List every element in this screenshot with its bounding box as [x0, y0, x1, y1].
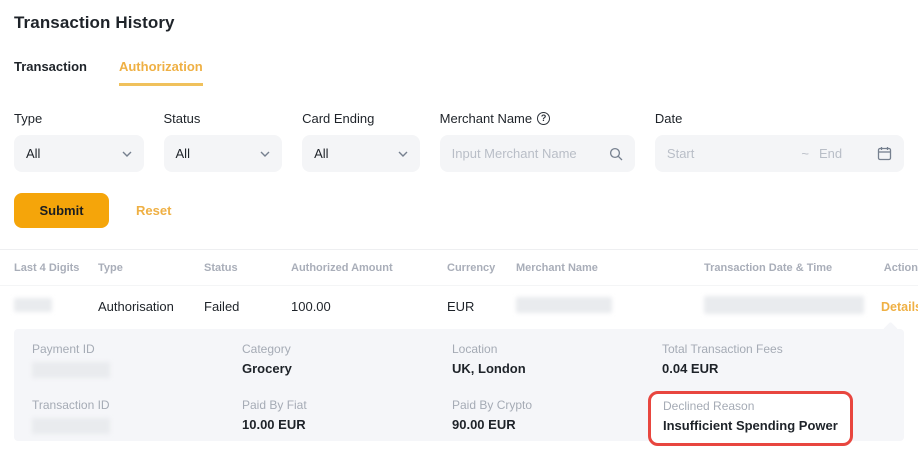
chevron-down-icon	[122, 151, 132, 157]
cell-authorized-amount: 100.00	[291, 299, 447, 314]
filter-merchant-label: Merchant Name ?	[440, 111, 635, 126]
submit-button[interactable]: Submit	[14, 193, 109, 228]
detail-label: Paid By Fiat	[242, 399, 452, 413]
tab-bar: Transaction Authorization	[0, 59, 918, 86]
redacted-transaction-date	[704, 296, 864, 314]
filter-card-ending-label: Card Ending	[302, 111, 420, 126]
detail-value: 10.00 EUR	[242, 418, 452, 433]
tab-transaction[interactable]: Transaction	[14, 59, 87, 86]
detail-value: 0.04 EUR	[662, 362, 904, 377]
date-start-placeholder[interactable]: Start	[667, 146, 801, 161]
type-dropdown-value: All	[26, 146, 40, 161]
detail-label: Category	[242, 343, 452, 357]
col-action: Action	[881, 262, 918, 274]
filter-merchant-label-text: Merchant Name	[440, 111, 532, 126]
cell-currency: EUR	[447, 299, 516, 314]
cell-status: Failed	[204, 299, 291, 314]
details-link[interactable]: Details	[881, 300, 918, 314]
filter-type: Type All	[14, 111, 144, 172]
cell-last-4-digits	[14, 298, 98, 315]
detail-label: Transaction ID	[32, 399, 242, 413]
status-dropdown-value: All	[176, 146, 190, 161]
date-end-placeholder[interactable]: End	[819, 146, 877, 161]
cell-transaction-date-time	[704, 296, 881, 317]
table-header-row: Last 4 Digits Type Status Authorized Amo…	[0, 250, 918, 286]
col-merchant-name: Merchant Name	[516, 262, 704, 274]
date-separator: ~	[801, 146, 809, 161]
col-status: Status	[204, 262, 291, 274]
filter-date-label: Date	[655, 111, 904, 126]
cell-type: Authorisation	[98, 299, 204, 314]
filter-actions: Submit Reset	[0, 193, 918, 228]
transaction-details-panel: Payment ID Category Grocery Location UK,…	[14, 329, 904, 441]
tab-authorization[interactable]: Authorization	[119, 59, 203, 86]
col-authorized-amount: Authorized Amount	[291, 262, 447, 274]
cell-action: Details	[881, 299, 918, 314]
authorization-table: Last 4 Digits Type Status Authorized Amo…	[0, 249, 918, 326]
detail-declined-reason: Declined Reason Insufficient Spending Po…	[662, 399, 904, 446]
type-dropdown[interactable]: All	[14, 135, 144, 172]
filter-status-label: Status	[164, 111, 283, 126]
page-title: Transaction History	[0, 0, 918, 33]
detail-value: 90.00 EUR	[452, 418, 662, 433]
detail-paid-by-fiat: Paid By Fiat 10.00 EUR	[242, 399, 452, 446]
detail-label: Payment ID	[32, 343, 242, 357]
question-circle-icon[interactable]: ?	[537, 112, 550, 125]
detail-value: UK, London	[452, 362, 662, 377]
filter-type-label: Type	[14, 111, 144, 126]
calendar-icon[interactable]	[877, 146, 892, 161]
merchant-name-input[interactable]: Input Merchant Name	[440, 135, 635, 172]
redacted-transaction-id	[32, 418, 110, 434]
detail-label: Total Transaction Fees	[662, 343, 904, 357]
detail-location: Location UK, London	[452, 343, 662, 383]
detail-payment-id: Payment ID	[32, 343, 242, 383]
detail-label: Declined Reason	[663, 400, 838, 414]
filter-status: Status All	[164, 111, 283, 172]
filter-card-ending: Card Ending All	[302, 111, 420, 172]
filter-bar: Type All Status All Card Ending All	[0, 111, 918, 172]
card-ending-dropdown[interactable]: All	[302, 135, 420, 172]
detail-total-transaction-fees: Total Transaction Fees 0.04 EUR	[662, 343, 904, 383]
card-ending-dropdown-value: All	[314, 146, 328, 161]
redacted-last-4-digits	[14, 298, 52, 312]
detail-paid-by-crypto: Paid By Crypto 90.00 EUR	[452, 399, 662, 446]
detail-value: Grocery	[242, 362, 452, 377]
search-icon[interactable]	[609, 147, 623, 161]
col-last-4-digits: Last 4 Digits	[14, 262, 98, 274]
chevron-down-icon	[260, 151, 270, 157]
detail-transaction-id: Transaction ID	[32, 399, 242, 446]
details-grid: Payment ID Category Grocery Location UK,…	[14, 329, 904, 446]
table-row: Authorisation Failed 100.00 EUR Details	[0, 286, 918, 326]
detail-value: Insufficient Spending Power	[663, 419, 838, 434]
redacted-merchant-name	[516, 297, 612, 313]
detail-category: Category Grocery	[242, 343, 452, 383]
reset-button[interactable]: Reset	[136, 203, 171, 218]
cell-merchant-name	[516, 297, 704, 316]
declined-reason-highlight: Declined Reason Insufficient Spending Po…	[648, 391, 853, 446]
detail-label: Paid By Crypto	[452, 399, 662, 413]
filter-merchant-name: Merchant Name ? Input Merchant Name	[440, 111, 635, 172]
detail-label: Location	[452, 343, 662, 357]
date-range-inner: Start ~ End	[667, 146, 892, 161]
merchant-name-placeholder: Input Merchant Name	[452, 146, 577, 161]
col-type: Type	[98, 262, 204, 274]
col-currency: Currency	[447, 262, 516, 274]
filter-date: Date Start ~ End	[655, 111, 904, 172]
col-transaction-date-time: Transaction Date & Time	[704, 262, 881, 274]
redacted-payment-id	[32, 362, 110, 378]
date-range-input[interactable]: Start ~ End	[655, 135, 904, 172]
status-dropdown[interactable]: All	[164, 135, 283, 172]
transaction-history-page: Transaction History Transaction Authoriz…	[0, 0, 918, 455]
chevron-down-icon	[398, 151, 408, 157]
